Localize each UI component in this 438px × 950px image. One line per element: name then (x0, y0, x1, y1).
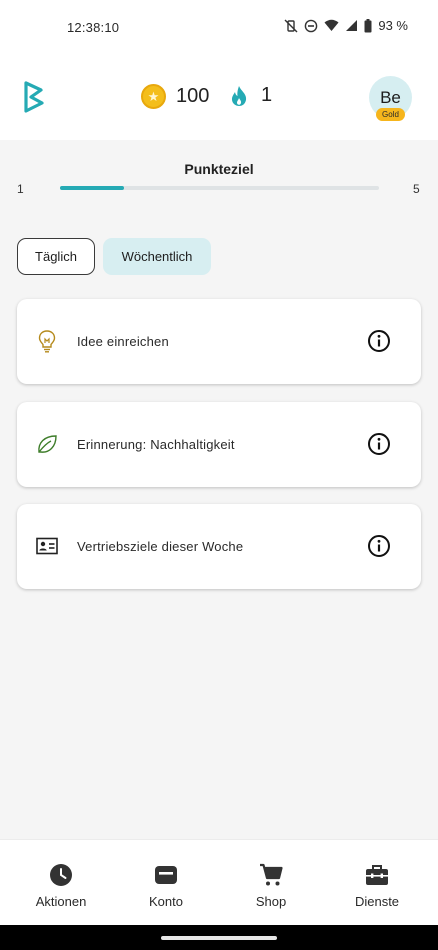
goal-max-label: 5 (413, 182, 420, 196)
tab-weekly[interactable]: Wöchentlich (103, 238, 211, 275)
home-gesture-pill[interactable] (161, 936, 277, 940)
bottom-navigation: Aktionen Konto Shop Dienste (0, 839, 438, 925)
nav-item-shop[interactable]: Shop (226, 862, 316, 909)
streak-counter: 1 (229, 84, 272, 107)
leaf-icon (35, 432, 59, 456)
action-card-sales-goals[interactable]: Vertriebsziele dieser Woche (17, 504, 421, 589)
info-icon[interactable] (367, 534, 391, 558)
battery-icon (364, 18, 372, 32)
nav-label: Aktionen (35, 894, 87, 909)
flame-icon (231, 85, 247, 106)
coin-balance: ★ 100 (141, 84, 209, 109)
system-home-bar (0, 925, 438, 950)
b-logo-icon[interactable] (22, 80, 46, 121)
nav-label: Shop (255, 894, 287, 909)
vibrate-off-icon (284, 19, 298, 32)
goal-min-label: 1 (17, 182, 24, 196)
action-card-sustainability[interactable]: Erinnerung: Nachhaltigkeit (17, 402, 421, 487)
lightbulb-icon (35, 329, 59, 353)
info-icon[interactable] (367, 329, 391, 353)
goal-progress-fill (60, 186, 124, 190)
action-label: Idee einreichen (77, 334, 169, 349)
goal-title: Punkteziel (184, 161, 254, 177)
nav-item-aktionen[interactable]: Aktionen (16, 862, 106, 909)
wallet-icon (153, 862, 179, 888)
tab-daily[interactable]: Täglich (17, 238, 95, 275)
coin-count: 100 (176, 85, 210, 107)
wifi-icon (324, 19, 339, 31)
action-label: Vertriebsziele dieser Woche (77, 539, 244, 554)
id-card-icon (35, 534, 59, 558)
app-header: ★ 100 1 Be Gold (0, 56, 438, 140)
battery-percent: 93 % (378, 18, 408, 33)
signal-icon (346, 20, 358, 31)
status-bar: 12:38:10 93 % (0, 0, 438, 56)
action-label: Erinnerung: Nachhaltigkeit (77, 437, 235, 452)
nav-item-dienste[interactable]: Dienste (332, 862, 422, 909)
nav-label: Konto (149, 894, 183, 909)
info-icon[interactable] (367, 432, 391, 456)
dnd-icon (305, 19, 318, 32)
level-badge: Gold (376, 108, 405, 121)
goal-progress-bar (60, 186, 379, 190)
status-icons: 93 % (284, 18, 408, 33)
cart-icon (258, 862, 284, 888)
status-time: 12:38:10 (67, 20, 120, 35)
clock-icon (48, 862, 74, 888)
streak-count: 1 (261, 84, 273, 106)
action-card-idea[interactable]: Idee einreichen (17, 299, 421, 384)
toolbox-icon (364, 862, 390, 888)
coin-star-icon: ★ (141, 84, 166, 109)
nav-label: Dienste (354, 894, 400, 909)
nav-item-konto[interactable]: Konto (121, 862, 211, 909)
